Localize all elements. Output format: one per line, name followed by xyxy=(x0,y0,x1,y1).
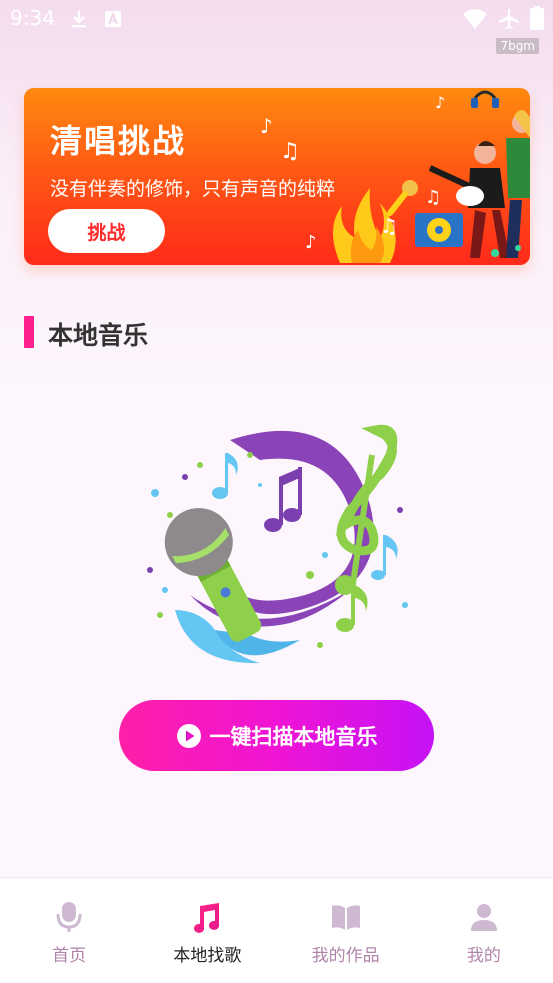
nav-label-my-works: 我的作品 xyxy=(311,946,380,966)
nav-item-me[interactable]: 我的 xyxy=(415,878,553,983)
scan-button-label: 一键扫描本地音乐 xyxy=(209,724,378,749)
banner-band-illustration: ♪ ♫ ♪ ♫ ♪ ♫ xyxy=(260,90,530,263)
play-icon xyxy=(176,723,201,748)
nav-label-local-songs: 本地找歌 xyxy=(173,946,242,966)
scan-local-music-button[interactable]: 一键扫描本地音乐 xyxy=(119,700,434,771)
svg-text:♪: ♪ xyxy=(305,232,317,253)
svg-text:♫: ♫ xyxy=(280,139,300,164)
nav-label-me: 我的 xyxy=(466,946,501,966)
svg-text:♪: ♪ xyxy=(260,114,273,138)
bottom-navigation: 首页 本地找歌 我的作品 我的 xyxy=(0,877,553,983)
nav-item-local-songs[interactable]: 本地找歌 xyxy=(138,878,276,983)
challenge-button[interactable]: 挑战 xyxy=(48,209,165,253)
microphone-icon xyxy=(56,902,82,932)
banner-title: 清唱挑战 xyxy=(50,122,187,160)
status-bar: 9:34 xyxy=(0,0,553,38)
nav-item-home[interactable]: 首页 xyxy=(0,878,138,983)
svg-text:♫: ♫ xyxy=(380,214,398,238)
book-icon xyxy=(331,905,360,930)
section-title: 本地音乐 xyxy=(48,321,149,350)
watermark-badge: 7bgm xyxy=(496,38,539,54)
section-accent-bar xyxy=(24,316,34,348)
music-note-icon xyxy=(194,903,220,933)
battery-icon xyxy=(530,6,544,30)
nav-item-my-works[interactable]: 我的作品 xyxy=(277,878,415,983)
wifi-icon xyxy=(463,9,487,29)
a-icon xyxy=(105,11,121,27)
challenge-banner[interactable]: 清唱挑战 没有伴奏的修饰，只有声音的纯粹 挑战 ♪ ♫ ♪ ♫ ♪ ♫ xyxy=(24,88,530,265)
svg-text:♫: ♫ xyxy=(425,187,441,208)
airplane-icon xyxy=(499,9,519,29)
status-time: 9:34 xyxy=(10,6,55,30)
download-icon xyxy=(72,11,86,28)
karaoke-microphone-illustration xyxy=(147,424,408,664)
user-icon xyxy=(470,904,497,931)
nav-label-home: 首页 xyxy=(52,946,87,966)
svg-text:♪: ♪ xyxy=(435,93,445,112)
